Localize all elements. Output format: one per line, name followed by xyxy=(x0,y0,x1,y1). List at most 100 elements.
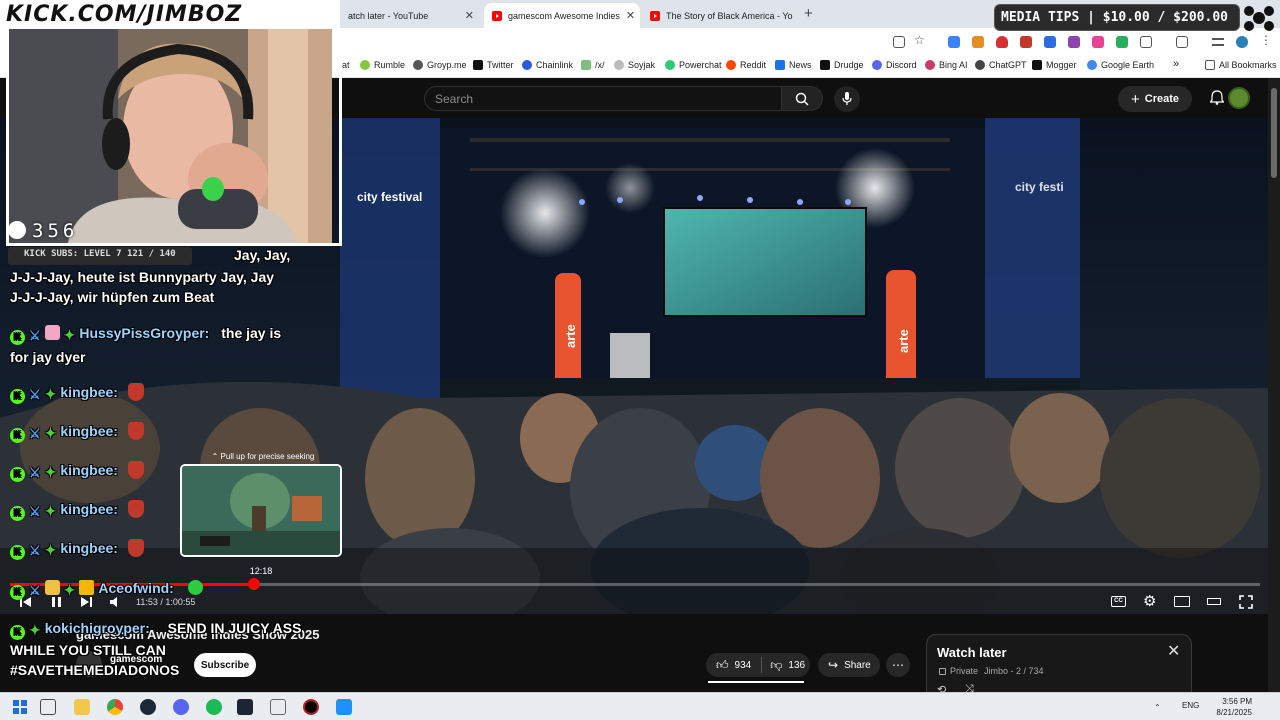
extension-icon[interactable] xyxy=(972,36,984,48)
spotify-icon[interactable] xyxy=(206,699,222,715)
emote-icon xyxy=(127,461,144,479)
chat-username[interactable]: kingbee: xyxy=(60,423,118,439)
close-tab-icon[interactable]: ✕ xyxy=(459,9,474,22)
bookmark-twitter[interactable]: Twitter xyxy=(473,60,514,70)
chat-message: K ✦ kokichigroyper: SEND IN JUICY ASS xyxy=(10,618,301,640)
progress-scrubber[interactable] xyxy=(247,578,260,590)
app-icon[interactable] xyxy=(336,699,352,715)
search-button[interactable] xyxy=(781,86,823,111)
windows-start-icon[interactable] xyxy=(12,699,28,715)
discord-icon[interactable] xyxy=(173,699,189,715)
menu-dots-icon[interactable]: ⋮ xyxy=(1260,33,1272,47)
subscribe-button[interactable]: Subscribe xyxy=(194,653,256,677)
bookmarks-overflow-icon[interactable]: » xyxy=(1173,58,1179,70)
profile-avatar[interactable] xyxy=(1236,36,1248,48)
ublock-icon[interactable] xyxy=(996,36,1008,48)
news-icon xyxy=(775,60,785,70)
playlist-title[interactable]: Watch later xyxy=(937,645,1007,660)
chrome-icon[interactable] xyxy=(107,699,123,715)
extension-icon[interactable] xyxy=(1044,36,1056,48)
obs-icon[interactable] xyxy=(303,699,319,715)
like-count[interactable]: 934 xyxy=(735,660,752,671)
bookmark-powerchat[interactable]: Powerchat xyxy=(665,60,722,70)
clock-time: 3:56 PM xyxy=(1222,697,1252,706)
dislike-count[interactable]: 136 xyxy=(788,660,805,671)
language-indicator[interactable]: ENG xyxy=(1182,701,1199,710)
kick-badge-icon: K xyxy=(10,467,25,482)
thumbs-down-icon[interactable]: 👎︎ xyxy=(770,658,782,673)
clock-date: 8/21/2025 xyxy=(1216,708,1252,717)
chat-username[interactable]: Aceofwind: xyxy=(98,580,173,596)
bookmark-google-earth[interactable]: Google Earth xyxy=(1087,60,1154,70)
gift-badge-icon xyxy=(44,325,60,340)
kick-subs-goal: KICK SUBS: LEVEL 7 121 / 140 xyxy=(8,247,192,265)
bookmark-news[interactable]: News xyxy=(775,60,812,70)
notifications-bell-icon[interactable] xyxy=(1210,90,1224,105)
extension-icon[interactable] xyxy=(1116,36,1128,48)
chat-message: K ⚔ ✦ kingbee: xyxy=(10,460,144,482)
chat-username[interactable]: HussyPissGroyper: xyxy=(79,325,209,341)
close-panel-icon[interactable]: ✕ xyxy=(1167,641,1180,661)
scrollbar-thumb[interactable] xyxy=(1271,88,1277,178)
bookmark-mogger[interactable]: Mogger xyxy=(1032,60,1077,70)
reading-list-icon[interactable] xyxy=(1212,38,1224,46)
bookmark-x[interactable]: /x/ xyxy=(581,60,605,70)
tab-search-icon[interactable] xyxy=(1176,36,1188,48)
bookmark-drudge[interactable]: Drudge xyxy=(820,60,864,70)
task-view-icon[interactable] xyxy=(40,699,56,715)
app-icon[interactable] xyxy=(270,699,286,715)
bookmark-item[interactable]: at xyxy=(342,60,350,70)
chat-username[interactable]: kingbee: xyxy=(60,462,118,478)
chat-line: J-J-J-Jay, wir hüpfen zum Beat xyxy=(10,289,215,305)
terminal-icon[interactable] xyxy=(237,699,253,715)
tray-overflow-icon[interactable]: ⌃ xyxy=(1154,703,1161,712)
tab-story-black-america[interactable]: The Story of Black America - Yo ✕ xyxy=(642,3,798,28)
account-avatar[interactable] xyxy=(1228,87,1250,109)
install-app-icon[interactable] xyxy=(893,36,905,48)
discord-icon xyxy=(872,60,882,70)
thumbs-up-icon[interactable]: 👍︎ xyxy=(716,658,729,673)
chat-username[interactable]: kingbee: xyxy=(60,540,118,556)
all-bookmarks[interactable]: All Bookmarks xyxy=(1205,60,1277,70)
search-icon xyxy=(795,92,809,106)
settings-gear-icon[interactable]: ⚙ xyxy=(1143,592,1156,610)
close-tab-icon[interactable]: ✕ xyxy=(620,9,635,22)
bookmark-star-icon[interactable]: ☆ xyxy=(914,33,926,47)
file-explorer-icon[interactable] xyxy=(74,699,90,715)
fullscreen-icon[interactable] xyxy=(1239,595,1253,609)
search-input[interactable]: Search xyxy=(424,86,782,111)
bookmark-groypme[interactable]: Groyp.me xyxy=(413,60,467,70)
miniplayer-icon[interactable] xyxy=(1174,596,1190,607)
extensions-puzzle-icon[interactable] xyxy=(1140,36,1152,48)
theater-mode-icon[interactable] xyxy=(1207,598,1221,605)
sword-badge-icon: ⚔ xyxy=(29,387,41,402)
divider xyxy=(761,657,763,673)
extension-icon[interactable] xyxy=(948,36,960,48)
share-button[interactable]: ↪ Share xyxy=(818,653,880,677)
bookmark-reddit[interactable]: Reddit xyxy=(726,60,766,70)
bookmark-discord[interactable]: Discord xyxy=(872,60,917,70)
voice-search-button[interactable] xyxy=(834,86,860,112)
bookmark-soyjak[interactable]: Soyjak xyxy=(614,60,655,70)
steam-icon[interactable] xyxy=(140,699,156,715)
chat-username[interactable]: kingbee: xyxy=(60,501,118,517)
tab-gamescom[interactable]: gamescom Awesome Indies ✕ xyxy=(484,3,640,28)
extension-icon[interactable] xyxy=(1020,36,1032,48)
extension-icon[interactable] xyxy=(1092,36,1104,48)
youtube-favicon-icon xyxy=(650,10,660,21)
bookmark-chatgpt[interactable]: ChatGPT xyxy=(975,60,1027,70)
chat-username[interactable]: kokichigroyper: xyxy=(45,620,150,636)
tab-watch-later[interactable]: atch later - YouTube ✕ xyxy=(340,3,482,28)
bookmark-chainlink[interactable]: Chainlink xyxy=(522,60,573,70)
new-tab-icon[interactable]: + xyxy=(804,5,813,22)
bookmark-rumble[interactable]: Rumble xyxy=(360,60,405,70)
more-actions-icon[interactable]: ⋯ xyxy=(886,653,910,677)
extension-icon[interactable] xyxy=(1068,36,1080,48)
create-button[interactable]: + Create xyxy=(1118,86,1192,112)
bookmark-bing-ai[interactable]: Bing AI xyxy=(925,60,968,70)
system-clock[interactable]: 3:56 PM 8/21/2025 xyxy=(1200,696,1252,718)
close-tab-icon[interactable]: ✕ xyxy=(793,9,798,22)
captions-icon[interactable]: CC xyxy=(1111,596,1126,607)
chat-line: J-J-J-Jay, heute ist Bunnyparty Jay, Jay xyxy=(10,269,275,285)
chat-username[interactable]: kingbee: xyxy=(60,384,118,400)
